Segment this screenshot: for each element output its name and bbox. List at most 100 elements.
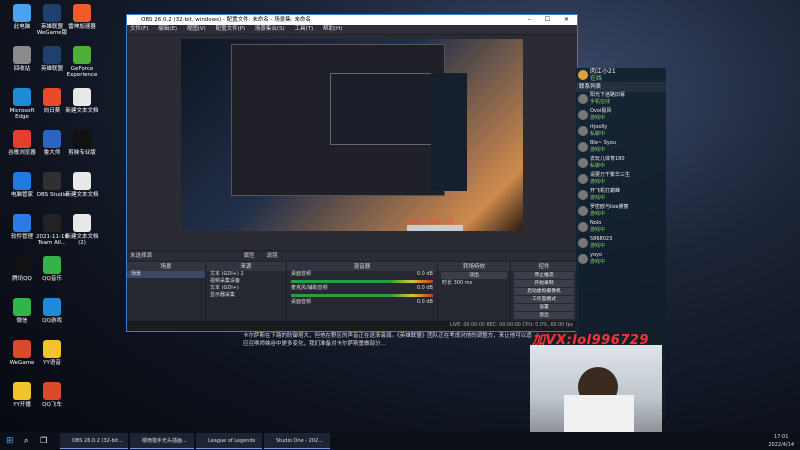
source-item[interactable]: 文本 (GDI+) [206, 285, 286, 292]
desktop-icon[interactable]: 新建文本文档 [64, 88, 100, 114]
menu-view[interactable]: 视图(V) [187, 26, 206, 32]
taskbar-app-lol[interactable]: League of Legends [196, 433, 262, 449]
contact-item[interactable]: Ble~ Syou 游戏中 [576, 140, 666, 156]
preview-scene: 加VX:lol996729 [181, 39, 523, 231]
desktop-icon[interactable]: GeForce Experience [64, 46, 100, 78]
taskbar-app-browser[interactable]: 楼雨猎手无头插画... [130, 433, 194, 449]
user-status[interactable]: 在线 [590, 75, 666, 82]
controls-dock: 控件 停止推流 开始录制 启动虚拟摄像机 工作室模式 设置 退出 [511, 262, 577, 321]
avatar [578, 94, 588, 104]
start-icon[interactable]: ⊞ [6, 432, 14, 450]
desktop-icon[interactable]: QQ飞车 [34, 382, 70, 408]
menu-help[interactable]: 帮助(H) [323, 26, 342, 32]
menu-profile[interactable]: 配置文件(P) [216, 26, 246, 32]
contact-item[interactable]: 去玩儿体育180 私聊中 [576, 156, 666, 172]
preview-area[interactable]: 加VX:lol996729 [127, 35, 577, 250]
avatar [578, 238, 588, 248]
contact-name: rtjoolly [590, 124, 608, 130]
menu-scene-collection[interactable]: 场景集合(S) [255, 26, 285, 32]
volume-meter[interactable] [291, 280, 433, 283]
app-icon [73, 172, 91, 190]
contact-header: 肉江小21 在线 [576, 68, 666, 82]
contact-list-header: 联系列表 [576, 82, 666, 92]
avatar [578, 126, 588, 136]
desktop-icon[interactable]: 新建文本文档 [64, 172, 100, 198]
mixer-dock: 混音器 桌面音频 0.0 dB 麦克风/辅助音频 0.0 dB 桌面音频 0.0… [287, 262, 437, 321]
desktop-icon[interactable]: YY语音 [34, 340, 70, 366]
source-item[interactable]: 视频采集设备 [206, 278, 286, 285]
contact-status: 手机在线 [590, 99, 611, 105]
obs-menubar: 文件(F) 编辑(E) 视图(V) 配置文件(P) 场景集合(S) 工具(T) … [127, 25, 577, 34]
source-info-row: 未选择源 属性 滤镜 [127, 251, 580, 261]
app-icon [13, 4, 31, 22]
menu-file[interactable]: 文件(F) [130, 26, 148, 32]
window-controls[interactable]: – ☐ ✕ [528, 15, 575, 25]
desktop-icon[interactable]: QQ音乐 [34, 256, 70, 282]
volume-meter[interactable] [291, 294, 433, 297]
avatar[interactable] [578, 70, 588, 80]
news-caption: 卡尔萨斯在下路的防御塔大，但他在野区的声音正在逐渐衰弱。《英雄联盟》团队正在考虑… [243, 333, 532, 347]
desktop-icon[interactable]: 剪映专业版 [64, 130, 100, 156]
contact-item[interactable]: Nolo 游戏中 [576, 220, 666, 236]
menu-tools[interactable]: 工具(T) [294, 26, 313, 32]
contact-status: 私聊中 [590, 131, 606, 137]
obs-titlebar[interactable]: OBS 26.0.2 (32-bit, windows) - 配置文件: 未命名… [127, 15, 577, 25]
source-item[interactable]: 显示器采集 [206, 292, 286, 299]
desktop-icon-label: 新建文本文档 [65, 108, 99, 114]
menu-edit[interactable]: 编辑(E) [158, 26, 177, 32]
desktop-icon[interactable]: 雷神加速器 [64, 4, 100, 30]
contact-name: 5868023 [590, 236, 613, 242]
contact-status: 游戏中 [590, 179, 606, 185]
properties-tab[interactable]: 属性 [244, 253, 255, 259]
app-icon [13, 88, 31, 106]
contact-name: Ovoi极风 [590, 108, 612, 114]
desktop-icons: 此电脑 英雄联盟WeGame版 雷神加速器 回收站 英雄联盟 GeForce Experi… [0, 0, 110, 420]
contact-item[interactable]: Ovoi极风 游戏中 [576, 108, 666, 124]
app-icon [13, 298, 31, 316]
app-icon [43, 172, 61, 190]
duration-input[interactable]: 300 ms [454, 280, 473, 286]
nested-obs-preview-2 [330, 73, 432, 145]
avatar [578, 142, 588, 152]
exit-button[interactable]: 退出 [514, 312, 574, 319]
obs-window: OBS 26.0.2 (32-bit, windows) - 配置文件: 未命名… [126, 14, 580, 332]
contact-name: Ble~ Syou [590, 140, 617, 146]
virtual-camera-button[interactable]: 启动虚拟摄像机 [514, 288, 574, 295]
taskbar-app-studio-one[interactable]: Studio One - 202... [264, 433, 330, 449]
contact-status: 游戏中 [590, 195, 606, 201]
system-clock[interactable]: 17:01 2022/4/14 [768, 433, 794, 449]
contact-item[interactable]: rtjoolly 私聊中 [576, 124, 666, 140]
contact-item[interactable]: 阳光下迷路旧幂 手机在线 [576, 92, 666, 108]
stop-streaming-button[interactable]: 停止推流 [514, 272, 574, 279]
app-icon [43, 130, 61, 148]
contact-item[interactable]: 罗密欧与lize黛丽 游戏中 [576, 204, 666, 220]
contact-item[interactable]: 5868023 游戏中 [576, 236, 666, 252]
app-icon [13, 340, 31, 358]
scene-item[interactable]: 场景 [127, 271, 205, 278]
start-recording-button[interactable]: 开始录制 [514, 280, 574, 287]
desktop-icon[interactable]: 新建文本文档(2) [64, 214, 100, 246]
avatar [578, 222, 588, 232]
taskbar: ⊞ ⌕ ❒ OBS 26.0.2 (32-bit... 楼雨猎手无头插画... … [0, 432, 800, 450]
filters-tab[interactable]: 滤镜 [267, 253, 278, 259]
transition-select[interactable]: 淡出 [441, 272, 507, 279]
settings-button[interactable]: 设置 [514, 304, 574, 311]
desktop-icon[interactable]: QQ游戏 [34, 298, 70, 324]
mixer-channel: 麦克风/辅助音频 0.0 dB [291, 285, 433, 291]
search-icon[interactable]: ⌕ [24, 432, 28, 450]
desktop-icon-label: 剪映专业版 [68, 150, 96, 156]
obs-statusbar: LIVE: 00:00:00 REC: 00:00:00 CPU: 0.0%, … [127, 321, 577, 331]
contact-item[interactable]: yoyo 游戏中 [576, 252, 666, 268]
taskbar-app-obs[interactable]: OBS 26.0.2 (32-bit... [60, 433, 128, 449]
studio-mode-button[interactable]: 工作室模式 [514, 296, 574, 303]
task-view-icon[interactable]: ❒ [40, 432, 47, 450]
avatar [578, 190, 588, 200]
obs-title: OBS 26.0.2 (32-bit, windows) - 配置文件: 未命名… [141, 17, 311, 23]
contact-item[interactable]: 请要万千繁华三生 游戏中 [576, 172, 666, 188]
contact-item[interactable]: 开飞机打巅峰 游戏中 [576, 188, 666, 204]
nested-chat-panel [431, 73, 467, 191]
controls-title: 控件 [511, 263, 577, 271]
contact-name: 开飞机打巅峰 [590, 188, 621, 194]
source-item[interactable]: 文本 (GDI+) 2 [206, 271, 286, 278]
app-icon [43, 340, 61, 358]
